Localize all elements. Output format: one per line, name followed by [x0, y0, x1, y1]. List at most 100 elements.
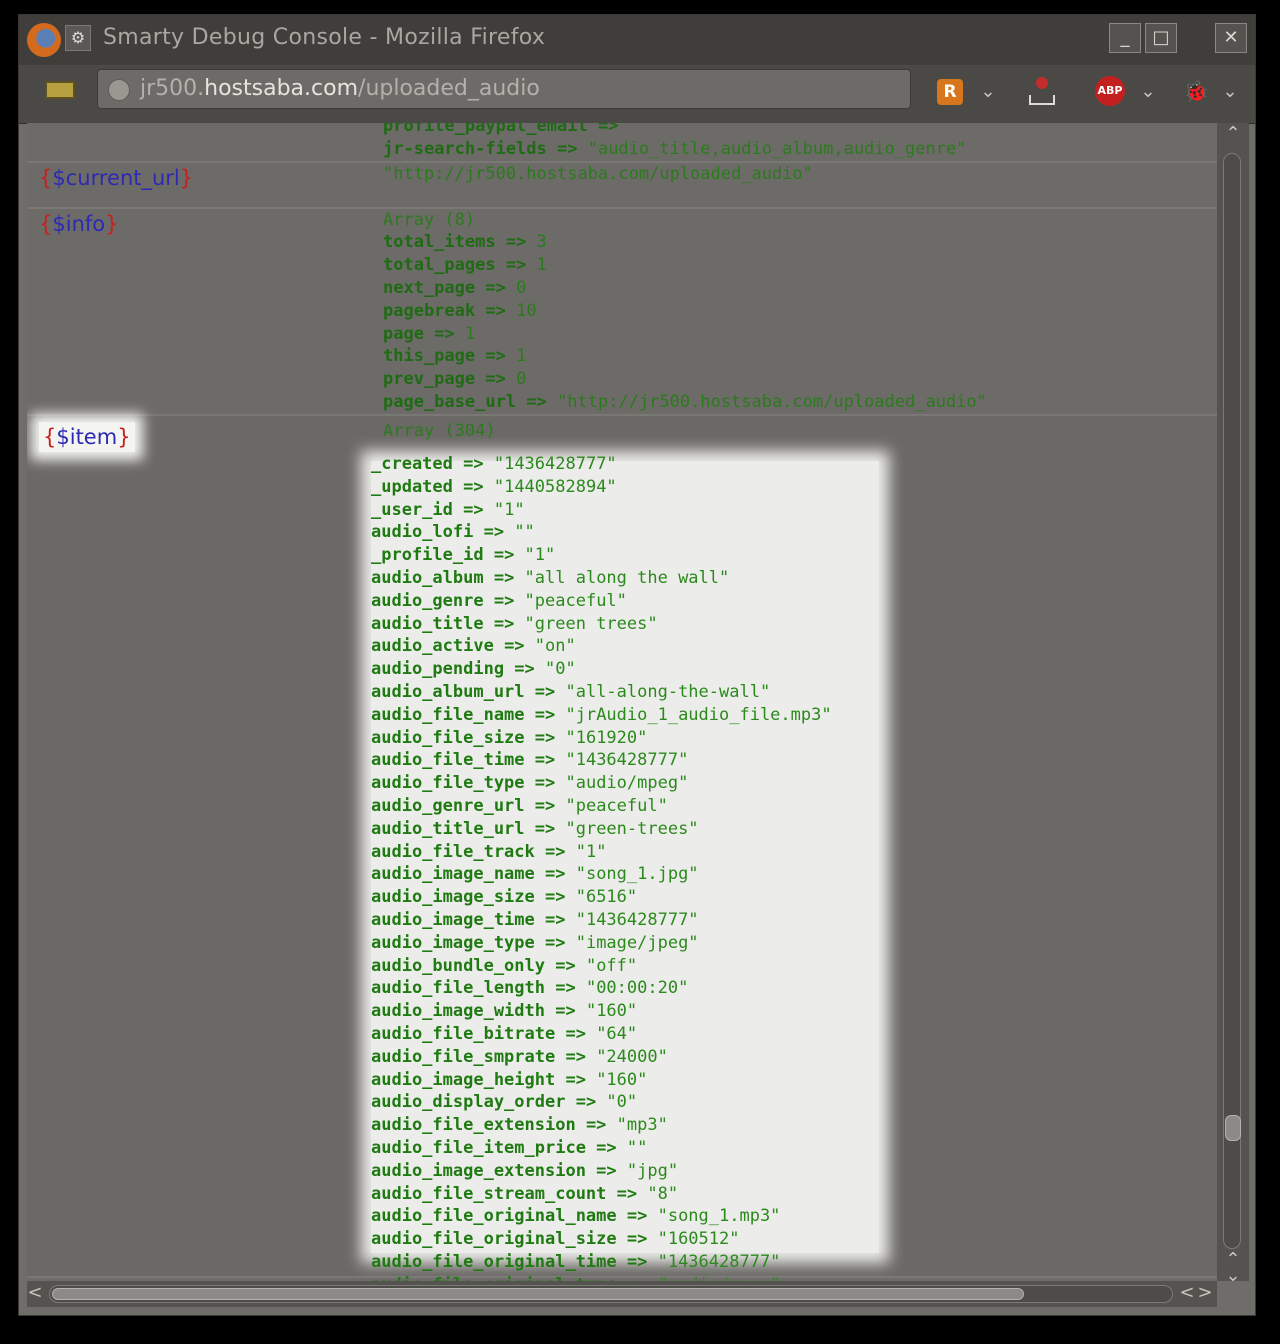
rss-dropdown-chevron-icon[interactable]: ⌄ — [977, 79, 999, 105]
array-entry: audio_file_length => "00:00:20" — [371, 978, 689, 999]
entry-key: _created — [371, 454, 453, 474]
navigation-toolbar: jr500.hostsaba.com/uploaded_audio R ⌄ AB… — [19, 65, 1255, 124]
entry-key: audio_bundle_only — [371, 955, 545, 976]
entry-key: audio_file_smprate — [371, 1046, 556, 1067]
entry-value: "peaceful" — [565, 795, 668, 816]
window-menu-button[interactable]: ⚙ — [65, 25, 91, 51]
url-prefix: jr500. — [140, 76, 205, 101]
entry-key: prev_page — [383, 369, 476, 390]
entry-value: "song_1.jpg" — [575, 864, 699, 885]
maximize-button[interactable]: □ — [1145, 23, 1177, 53]
url-text[interactable]: jr500.hostsaba.com/uploaded_audio — [140, 76, 540, 101]
var-name-info: {$info} — [39, 211, 119, 236]
entry-value: "green trees" — [524, 613, 658, 634]
entry-key: audio_genre_url — [371, 795, 525, 816]
vertical-scrollbar[interactable]: ⌃ ⌃ ⌄ — [1217, 123, 1249, 1286]
close-button[interactable]: ✕ — [1215, 23, 1247, 53]
array-entry: audio_file_original_name => "song_1.mp3" — [371, 1206, 781, 1227]
firebug-dropdown-chevron-icon[interactable]: ⌄ — [1219, 79, 1241, 105]
rss-icon[interactable]: R — [937, 79, 963, 105]
entry-value: "160512" — [657, 1229, 740, 1250]
array-entry: audio_file_smprate => "24000" — [371, 1046, 668, 1067]
scroll-left-arrow-icon[interactable]: < — [21, 1282, 49, 1303]
array-entry: audio_file_original_size => "160512" — [371, 1229, 740, 1250]
array-entry: audio_file_stream_count => "8" — [371, 1183, 679, 1204]
array-entry: this_page => 1 — [383, 346, 527, 367]
entry-value: "6516" — [575, 887, 638, 908]
current-url-value: "http://jr500.hostsaba.com/uploaded_audi… — [383, 163, 813, 184]
array-entry: total_pages => 1 — [383, 255, 547, 276]
array-entry: audio_file_type => "audio/mpeg" — [371, 773, 689, 794]
scroll-up-arrow-icon[interactable]: ⌃ — [1217, 123, 1249, 144]
horizontal-scrollbar[interactable]: < < > — [27, 1281, 1217, 1307]
entry-key: audio_image_name — [371, 864, 535, 885]
ruler-icon[interactable] — [45, 81, 75, 99]
array-entry: audio_album_url => "all-along-the-wall" — [371, 681, 771, 702]
array-entry: next_page => 0 — [383, 277, 527, 298]
entry-value: "http://jr500.hostsaba.com/uploaded_audi… — [557, 391, 987, 412]
table-row: {$current_url} "http://jr500.hostsaba.co… — [27, 161, 1217, 209]
entry-key: audio_title — [371, 613, 484, 634]
entry-key: audio_image_size — [371, 887, 535, 908]
info-array-header: Array (8) — [383, 209, 476, 230]
array-entry: _user_id => "1" — [371, 499, 525, 520]
array-entry: _created => "1436428777" — [371, 454, 617, 474]
minimize-button[interactable]: _ — [1109, 23, 1141, 53]
entry-key: audio_pending — [371, 659, 505, 680]
array-entry: page_base_url => "http://jr500.hostsaba.… — [383, 391, 987, 412]
abp-dropdown-chevron-icon[interactable]: ⌄ — [1137, 79, 1159, 105]
entry-value: "song_1.mp3" — [657, 1206, 781, 1227]
adblock-plus-icon[interactable]: ABP — [1095, 76, 1125, 106]
entry-key: audio_file_type — [371, 773, 525, 794]
array-entry: audio_image_time => "1436428777" — [371, 909, 699, 930]
url-bar[interactable]: jr500.hostsaba.com/uploaded_audio — [97, 69, 911, 109]
entry-value: "00:00:20" — [585, 978, 689, 999]
entry-key: page — [383, 323, 424, 344]
scroll-down-arrow-icon[interactable]: ⌄ — [1217, 1265, 1249, 1286]
globe-icon[interactable] — [108, 79, 130, 101]
array-entry: profile_paypal_email => "" — [383, 123, 1217, 138]
entry-key: audio_active — [371, 636, 494, 657]
url-path: /uploaded_audio — [358, 76, 540, 101]
var-name-current-url: {$current_url} — [39, 165, 194, 190]
entry-key: audio_file_original_time — [371, 1251, 617, 1272]
vertical-scroll-thumb[interactable] — [1225, 1115, 1241, 1141]
array-entry: audio_file_bitrate => "64" — [371, 1023, 638, 1044]
horizontal-scroll-thumb[interactable] — [52, 1288, 1024, 1300]
entry-key: audio_album_url — [371, 681, 525, 702]
entry-key: _user_id — [371, 499, 453, 520]
array-entry: audio_title_url => "green-trees" — [371, 818, 699, 839]
entry-value: 0 — [516, 369, 527, 390]
entry-key: pagebreak — [383, 300, 476, 321]
horizontal-scroll-track[interactable] — [49, 1285, 1173, 1303]
download-icon[interactable] — [1029, 77, 1055, 105]
scroll-right-arrow-icon[interactable]: > — [1195, 1282, 1215, 1303]
array-entry: _updated => "1440582894" — [371, 476, 617, 497]
array-entry: audio_file_item_price => "" — [371, 1137, 648, 1158]
firebug-icon[interactable]: 🐞 — [1183, 79, 1209, 103]
entry-value: "" — [628, 123, 650, 136]
vertical-scroll-track[interactable] — [1223, 153, 1241, 1249]
entry-key: page_base_url — [383, 391, 517, 412]
entry-value: "1436428777" — [493, 454, 617, 474]
entry-value: "160" — [585, 1001, 638, 1022]
scroll-left-arrow-icon[interactable]: < — [1177, 1282, 1197, 1303]
entry-value: "1436428777" — [575, 909, 699, 930]
entry-value: "8" — [647, 1183, 679, 1204]
array-entry: audio_file_track => "1" — [371, 841, 607, 862]
array-entry: audio_file_original_time => "1436428777" — [371, 1251, 781, 1272]
entry-value: "1440582894" — [493, 476, 617, 497]
entry-value: 1 — [536, 255, 547, 276]
array-entry: audio_file_name => "jrAudio_1_audio_file… — [371, 704, 832, 725]
entry-key: audio_file_stream_count — [371, 1183, 607, 1204]
array-entry: audio_image_extension => "jpg" — [371, 1160, 679, 1181]
entry-key: audio_image_width — [371, 1001, 545, 1022]
entry-key: audio_genre — [371, 590, 484, 611]
entry-value: "audio/mpeg" — [565, 773, 689, 794]
entry-key: audio_file_size — [371, 727, 525, 748]
entry-key: audio_image_extension — [371, 1160, 586, 1181]
entry-value: "0" — [606, 1092, 638, 1113]
array-entry: audio_genre_url => "peaceful" — [371, 795, 668, 816]
entry-value: "64" — [596, 1023, 638, 1044]
entry-key: audio_image_type — [371, 932, 535, 953]
